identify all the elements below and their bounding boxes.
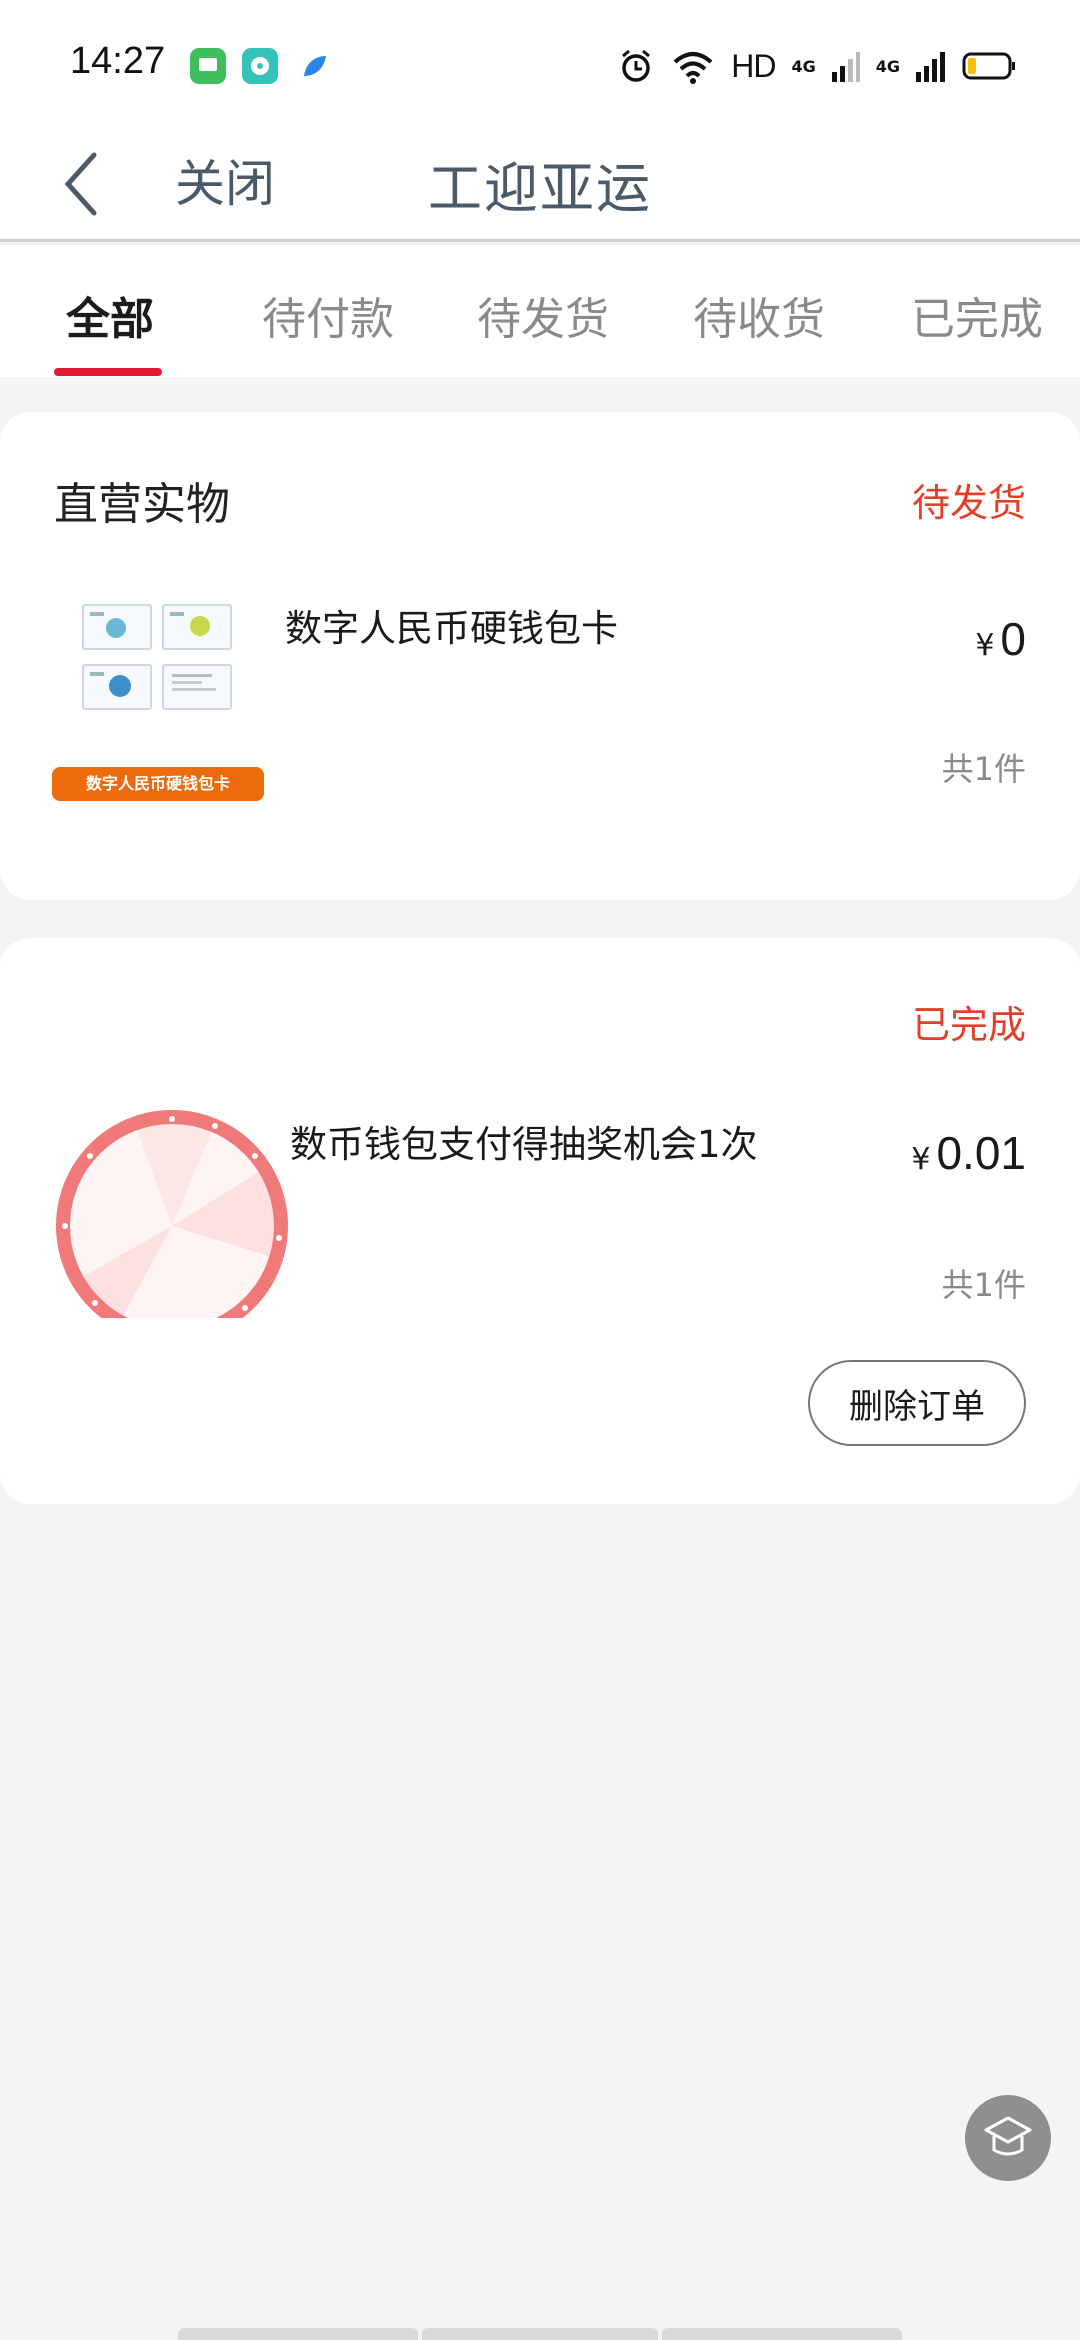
quantity: 共1件	[941, 1266, 1026, 1304]
product-name: 数字人民币硬钱包卡	[285, 607, 618, 650]
currency-symbol: ¥	[975, 628, 995, 663]
currency-symbol: ¥	[911, 1142, 931, 1177]
card-image	[162, 664, 232, 710]
order-status: 待发货	[911, 481, 1026, 525]
order-tabs: 全部 待付款 待发货 待收货 已完成	[0, 245, 1080, 377]
network-label-2: 4G	[875, 56, 900, 76]
tab-pending-receipt[interactable]: 待收货	[693, 283, 825, 347]
tab-pending-payment[interactable]: 待付款	[262, 283, 394, 347]
price: ¥ 0.01	[911, 1126, 1026, 1180]
active-tab-indicator	[54, 368, 162, 376]
tab-completed[interactable]: 已完成	[911, 283, 1043, 347]
price: ¥ 0	[975, 612, 1026, 666]
gesture-bar	[422, 2328, 658, 2340]
chat-app-icon	[242, 48, 278, 84]
messages-app-icon	[190, 48, 226, 84]
alarm-icon	[622, 49, 651, 82]
quantity: 共1件	[941, 750, 1026, 788]
card-image	[162, 604, 232, 650]
page-title: 工迎亚运	[428, 157, 652, 220]
status-time: 14:27	[70, 40, 166, 82]
price-value: 0.01	[936, 1127, 1026, 1179]
gesture-bar	[662, 2328, 902, 2340]
back-button[interactable]	[56, 140, 116, 230]
battery-icon	[962, 52, 1015, 80]
close-button[interactable]: 关闭	[175, 144, 275, 216]
gesture-bar	[178, 2328, 418, 2340]
orders-page: 14:27 HD 4G 4G 关闭 工迎亚运 全部 待付款 待发货 待收货 已完…	[0, 0, 1080, 2340]
order-card[interactable]: 直营实物 待发货 数字人民币硬钱包卡 数字人民币硬钱包卡 ¥ 0 共1件	[0, 412, 1080, 900]
card-image	[82, 664, 152, 710]
order-status: 已完成	[911, 1003, 1026, 1047]
tab-pending-shipment[interactable]: 待发货	[477, 283, 609, 347]
delete-order-button[interactable]: 删除订单	[808, 1360, 1026, 1446]
hd-indicator: HD	[731, 47, 776, 84]
chevron-left-icon	[64, 152, 97, 216]
product-name: 数币钱包支付得抽奖机会1次	[290, 1123, 758, 1166]
section-title: 直营实物	[54, 479, 230, 530]
order-card[interactable]: 已完成 数币钱包支付得抽奖机会1次 ¥ 0.01 共1件 删除订单	[0, 938, 1080, 1504]
thumbnail-tag: 数字人民币硬钱包卡	[52, 767, 264, 801]
tab-all[interactable]: 全部	[66, 283, 154, 347]
price-value: 0	[1000, 613, 1026, 665]
lottery-wheel-thumbnail[interactable]	[55, 1108, 293, 1318]
wifi-icon	[673, 52, 713, 84]
card-image	[82, 604, 152, 650]
network-label-1: 4G	[791, 56, 816, 76]
lottery-wheel-icon	[56, 1110, 288, 1318]
feather-app-icon	[296, 48, 332, 84]
signal-icon	[831, 52, 860, 82]
nav-header: 关闭 工迎亚运	[0, 130, 1080, 242]
status-bar: 14:27 HD 4G 4G	[0, 0, 1080, 130]
floating-home-button[interactable]	[965, 2095, 1051, 2181]
graduation-cap-icon	[984, 2116, 1032, 2156]
product-thumbnail[interactable]: 数字人民币硬钱包卡	[50, 602, 266, 812]
status-icons: HD 4G 4G	[617, 44, 1016, 88]
signal-icon-2	[916, 52, 945, 82]
